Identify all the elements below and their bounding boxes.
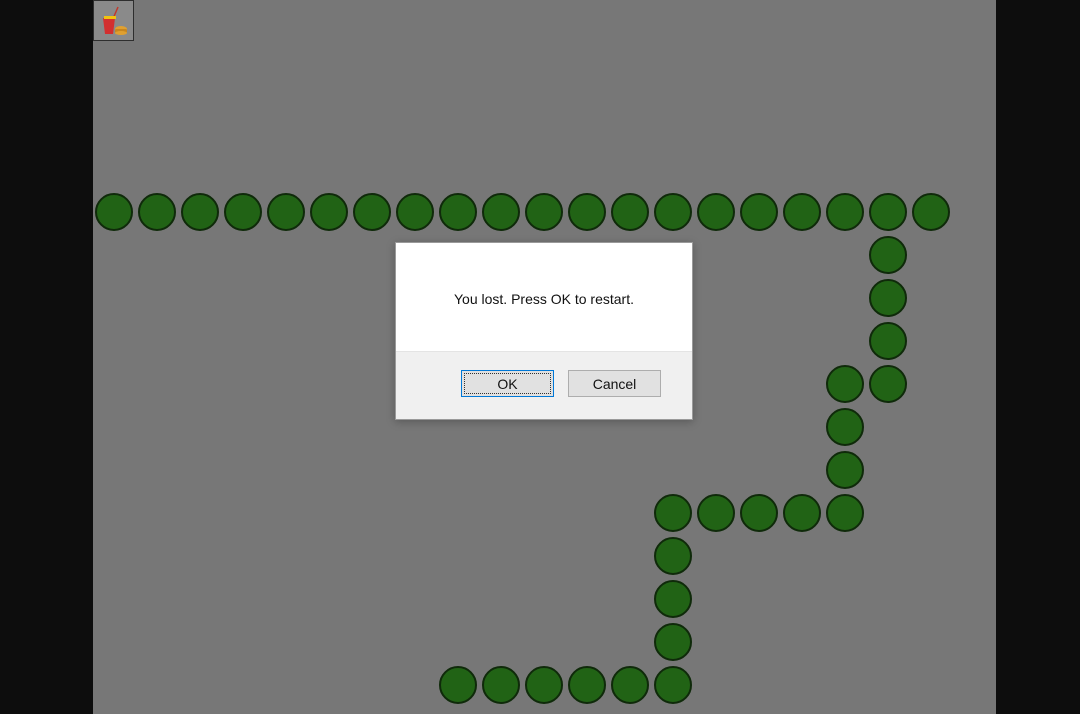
snake-segment <box>740 494 778 532</box>
snake-segment <box>826 494 864 532</box>
snake-segment <box>697 494 735 532</box>
snake-segment <box>353 193 391 231</box>
snake-segment <box>267 193 305 231</box>
snake-segment <box>654 537 692 575</box>
snake-segment <box>869 365 907 403</box>
snake-segment <box>654 494 692 532</box>
snake-segment <box>654 193 692 231</box>
snake-segment <box>783 494 821 532</box>
dialog-message: You lost. Press OK to restart. <box>453 291 634 307</box>
snake-segment <box>826 365 864 403</box>
snake-segment <box>654 666 692 704</box>
snake-segment <box>869 193 907 231</box>
snake-segment <box>654 580 692 618</box>
ok-button[interactable]: OK <box>461 370 554 397</box>
dialog-footer: OK Cancel <box>396 351 692 419</box>
game-over-dialog: You lost. Press OK to restart. OK Cancel <box>395 242 693 420</box>
snake-head-segment <box>912 193 950 231</box>
snake-segment <box>310 193 348 231</box>
snake-segment <box>482 666 520 704</box>
snake-segment <box>869 279 907 317</box>
snake-segment <box>826 451 864 489</box>
snake-segment <box>869 322 907 360</box>
snake-segment <box>826 193 864 231</box>
cancel-button[interactable]: Cancel <box>568 370 661 397</box>
snake-segment <box>697 193 735 231</box>
snake-segment <box>783 193 821 231</box>
snake-segment <box>611 666 649 704</box>
snake-segment <box>181 193 219 231</box>
snake-segment <box>224 193 262 231</box>
snake-segment <box>138 193 176 231</box>
snake-segment <box>611 193 649 231</box>
snake-segment <box>869 236 907 274</box>
snake-segment <box>525 666 563 704</box>
dialog-body: You lost. Press OK to restart. <box>396 243 692 353</box>
snake-segment <box>396 193 434 231</box>
snake-segment <box>439 193 477 231</box>
snake-segment <box>654 623 692 661</box>
snake-segment <box>95 193 133 231</box>
snake-segment <box>568 666 606 704</box>
snake-segment <box>568 193 606 231</box>
snake-segment <box>482 193 520 231</box>
snake-tail-segment <box>439 666 477 704</box>
snake-segment <box>740 193 778 231</box>
snake-segment <box>525 193 563 231</box>
snake-segment <box>826 408 864 446</box>
